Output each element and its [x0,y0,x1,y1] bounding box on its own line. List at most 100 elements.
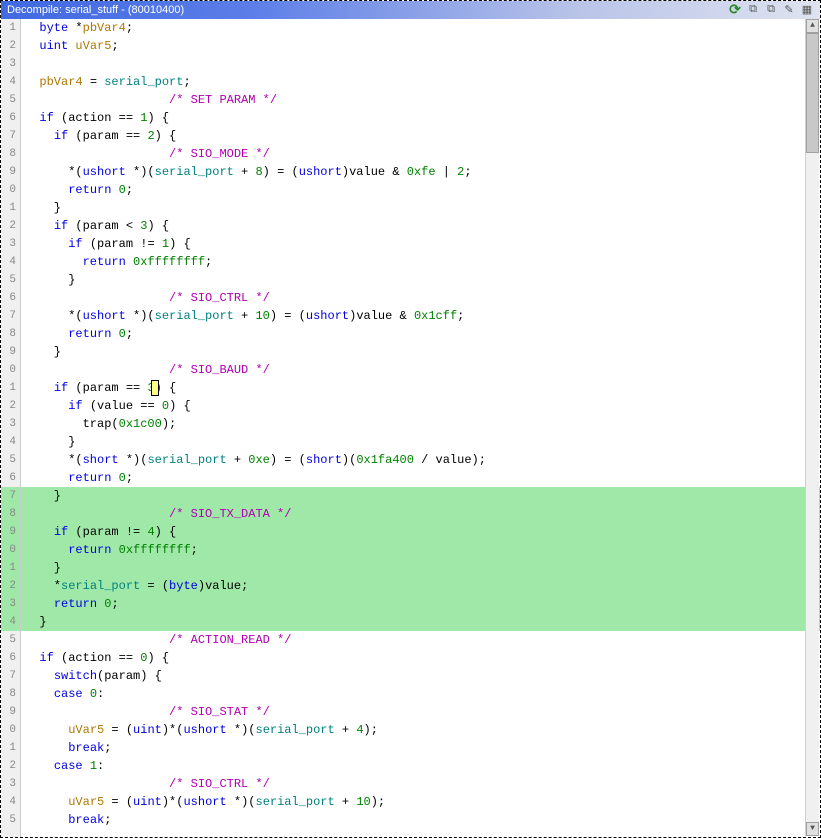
code-token: trap [83,417,112,431]
code-token [25,525,54,539]
code-line[interactable]: return 0; [21,181,820,199]
code-token: } [25,561,61,575]
code-token [111,471,118,485]
snapshot-icon[interactable]: ⧉ [764,2,778,16]
code-token [25,813,68,827]
code-token: serial_port [104,75,183,89]
code-token: pbVar4 [39,75,82,89]
code-line[interactable]: return 0; [21,595,820,613]
code-token: ) [198,579,205,593]
code-token: break [68,813,104,827]
code-line[interactable]: *serial_port = (byte)value; [21,577,820,595]
code-line[interactable]: return 0xffffffff; [21,541,820,559]
code-token [25,291,169,305]
code-token [25,417,83,431]
code-token: ) = ( [263,165,299,179]
code-line[interactable]: /* SIO_CTRL */ [21,775,820,793]
code-line[interactable]: } [21,199,820,217]
code-token: return [68,543,111,557]
code-token: break [68,741,104,755]
code-line[interactable]: return 0xffffffff; [21,253,820,271]
code-token [25,795,68,809]
code-line[interactable]: case 0: [21,685,820,703]
code-token [25,129,54,143]
code-line[interactable]: /* SIO_TX_DATA */ [21,505,820,523]
vertical-scrollbar[interactable]: ▲ ▼ [805,19,819,836]
refresh-icon[interactable]: ⟳ [728,2,742,16]
code-token: != [119,525,148,539]
line-number: 5 [1,451,20,469]
code-token: = ( [140,579,169,593]
code-line[interactable]: if (param == 2) { [21,127,820,145]
code-line[interactable]: if (param != 4) { [21,523,820,541]
code-view[interactable]: byte *pbVar4; uint uVar5; pbVar4 = seria… [21,19,820,837]
code-line[interactable]: if (param == 3) { [21,379,820,397]
code-line[interactable]: } [21,433,820,451]
code-line[interactable]: trap(0x1c00); [21,415,820,433]
code-line[interactable]: /* SIO_MODE */ [21,145,820,163]
code-token: 4 [147,525,154,539]
code-line[interactable]: *(ushort *)(serial_port + 8) = (ushort)v… [21,163,820,181]
code-line[interactable]: } [21,271,820,289]
code-line[interactable]: break; [21,811,820,829]
code-token: )( [342,453,356,467]
scroll-thumb[interactable] [806,33,819,153]
code-line[interactable]: return 0; [21,469,820,487]
code-token: *)( [227,795,256,809]
code-line[interactable]: } [21,559,820,577]
line-number: 4 [1,253,20,271]
code-token: if [39,651,53,665]
code-token [25,597,54,611]
code-token [111,183,118,197]
code-line[interactable]: if (action == 0) { [21,649,820,667]
code-line[interactable]: uVar5 = (uint)*(ushort *)(serial_port + … [21,793,820,811]
code-token: ; [111,39,118,53]
code-token: == [111,111,140,125]
code-line[interactable]: /* SIO_STAT */ [21,703,820,721]
code-line[interactable]: uVar5 = (uint)*(ushort *)(serial_port + … [21,721,820,739]
code-token [25,777,169,791]
code-line[interactable]: break; [21,739,820,757]
code-token: : [97,687,104,701]
code-line[interactable]: } [21,487,820,505]
scroll-down-button[interactable]: ▼ [806,822,819,836]
code-token: 0 [90,687,97,701]
code-line[interactable]: case 1: [21,757,820,775]
line-number: 3 [1,775,20,793]
code-line[interactable]: *(ushort *)(serial_port + 10) = (ushort)… [21,307,820,325]
code-line[interactable]: } [21,613,820,631]
code-token: ) { [155,525,177,539]
code-line[interactable]: switch(param) { [21,667,820,685]
edit-icon[interactable]: ✎ [782,2,796,16]
code-token: )*( [162,795,184,809]
scroll-up-button[interactable]: ▲ [806,19,819,33]
code-token [25,39,39,53]
code-line[interactable]: if (value == 0) { [21,397,820,415]
code-line[interactable]: pbVar4 = serial_port; [21,73,820,91]
code-line[interactable] [21,55,820,73]
menu-icon[interactable]: ▦ [800,2,814,16]
code-line[interactable]: byte *pbVar4; [21,19,820,37]
code-line[interactable]: /* SIO_CTRL */ [21,289,820,307]
code-line[interactable]: /* SET PARAM */ [21,91,820,109]
code-line[interactable]: if (param != 1) { [21,235,820,253]
code-token: } [25,201,61,215]
code-token: != [133,237,162,251]
code-token [111,327,118,341]
code-line[interactable]: if (param < 3) { [21,217,820,235]
code-line[interactable]: return 0; [21,325,820,343]
line-gutter: 1234567890123456789012345678901234567890… [1,19,21,837]
code-line[interactable]: /* SIO_BAUD */ [21,361,820,379]
code-token: } [25,273,75,287]
code-token [25,687,54,701]
code-token: *( [25,309,83,323]
code-line[interactable]: *(short *)(serial_port + 0xe) = (short)(… [21,451,820,469]
code-line[interactable]: if (action == 1) { [21,109,820,127]
copy-icon[interactable]: ⧉ [746,2,760,16]
code-token: /* SIO_BAUD */ [169,363,270,377]
code-line[interactable]: uint uVar5; [21,37,820,55]
code-line[interactable]: } [21,343,820,361]
code-token: * [25,579,61,593]
code-line[interactable]: /* ACTION_READ */ [21,631,820,649]
code-token: 0xe [248,453,270,467]
